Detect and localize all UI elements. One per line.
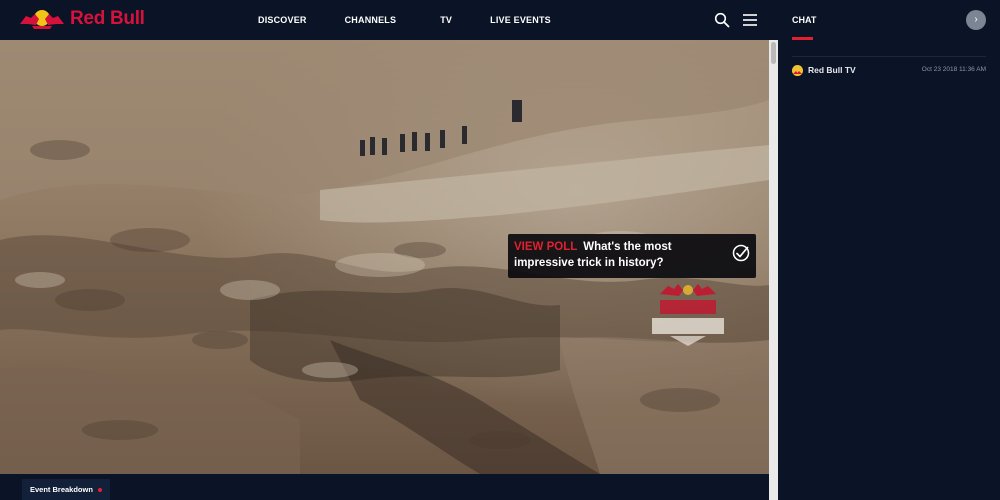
nav-channels[interactable]: CHANNELS: [345, 15, 397, 25]
brand-name: Red Bull: [70, 8, 145, 29]
menu-icon[interactable]: [742, 12, 758, 28]
red-bull-logo[interactable]: Red Bull: [18, 6, 145, 32]
nav-discover[interactable]: DISCOVER: [258, 15, 307, 25]
search-icon[interactable]: [714, 12, 730, 28]
app-root: Red Bull DISCOVER CHANNELS TV LIVE EVENT…: [0, 0, 1000, 500]
nav-tv[interactable]: TV: [440, 15, 452, 25]
bottom-bar: Event Breakdown: [0, 474, 769, 500]
red-bull-logo-icon: [20, 10, 64, 29]
video-player[interactable]: VIEW POLL What's the most impressive tric…: [0, 40, 769, 474]
top-navigation-bar: Red Bull DISCOVER CHANNELS TV LIVE EVENT…: [0, 0, 778, 40]
chevron-right-icon[interactable]: ›: [966, 10, 986, 30]
avatar: [792, 65, 803, 76]
poll-text: VIEW POLL What's the most impressive tric…: [514, 239, 726, 271]
scrollbar-thumb[interactable]: [771, 42, 776, 64]
check-circle-icon[interactable]: [732, 244, 750, 262]
message-timestamp: Oct 23 2018 11:36 AM: [921, 66, 986, 73]
tab-chat[interactable]: CHAT: [792, 15, 816, 25]
page-scrollbar[interactable]: [769, 40, 778, 500]
view-poll-link[interactable]: VIEW POLL: [514, 241, 577, 253]
poll-overlay[interactable]: VIEW POLL What's the most impressive tric…: [508, 234, 756, 278]
red-bull-avatar-icon: [792, 67, 803, 76]
live-dot-icon: [97, 488, 102, 493]
chat-message: Red Bull TV Oct 23 2018 11:36 AM: [792, 64, 986, 76]
chat-panel: CHAT › Red Bull TV Oct 23 2018 11:36 AM: [778, 0, 1000, 500]
active-tab-indicator: [792, 37, 813, 40]
top-icons: [714, 12, 770, 28]
event-breakdown-tab[interactable]: Event Breakdown: [22, 479, 110, 500]
event-breakdown-label: Event Breakdown: [30, 485, 93, 494]
message-author[interactable]: Red Bull TV: [808, 65, 856, 75]
nav-live-events[interactable]: LIVE EVENTS: [490, 15, 551, 25]
chat-divider: [792, 56, 986, 57]
red-bull-rampage-logo: [652, 284, 724, 346]
main-nav: DISCOVER CHANNELS TV LIVE EVENTS: [258, 0, 589, 40]
